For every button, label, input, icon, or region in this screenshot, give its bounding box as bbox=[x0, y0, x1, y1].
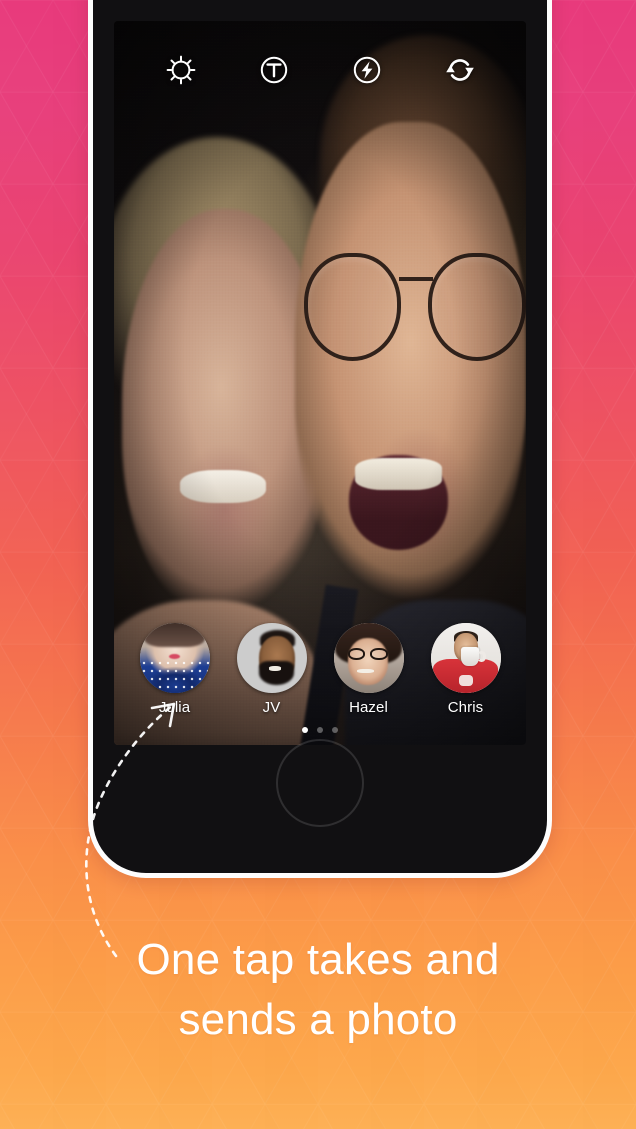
page-dot-3[interactable] bbox=[332, 727, 338, 733]
brightness-button[interactable] bbox=[158, 47, 204, 93]
avatar[interactable] bbox=[139, 623, 210, 693]
caption: One tap takes and sends a photo bbox=[0, 930, 636, 1050]
julia-avatar-image bbox=[139, 623, 210, 693]
contact-chris[interactable]: Chris bbox=[422, 623, 510, 716]
contact-name: JV bbox=[262, 699, 281, 716]
page-indicator[interactable] bbox=[122, 727, 518, 733]
contacts-list: Julia JV Hazel Chris bbox=[122, 623, 518, 716]
contact-julia[interactable]: Julia bbox=[131, 623, 219, 716]
contact-name: Hazel bbox=[349, 699, 388, 716]
phone-device: Julia JV Hazel Chris bbox=[88, 0, 552, 878]
avatar[interactable] bbox=[333, 623, 404, 693]
chris-avatar-image bbox=[430, 623, 501, 693]
page-dot-1[interactable] bbox=[302, 727, 308, 733]
page-dot-2[interactable] bbox=[317, 727, 323, 733]
text-t-icon bbox=[260, 56, 287, 84]
caption-line-1: One tap takes and bbox=[136, 935, 500, 984]
flip-camera-button[interactable] bbox=[437, 47, 483, 93]
camera-flip-icon bbox=[445, 59, 474, 81]
contact-name: Chris bbox=[447, 699, 484, 716]
text-button[interactable] bbox=[251, 47, 297, 93]
caption-line-2: sends a photo bbox=[178, 994, 458, 1044]
jv-avatar-image bbox=[237, 623, 307, 693]
hazel-avatar-image bbox=[333, 623, 404, 693]
avatar[interactable] bbox=[430, 623, 501, 693]
home-button[interactable] bbox=[276, 739, 364, 827]
contact-name: Julia bbox=[158, 699, 191, 716]
contacts-tray: Julia JV Hazel Chris bbox=[114, 623, 526, 745]
phone-screen: Julia JV Hazel Chris bbox=[114, 21, 526, 745]
flash-button[interactable] bbox=[344, 47, 390, 93]
sun-icon bbox=[166, 55, 195, 85]
screenshot-page: Julia JV Hazel Chris One tap takes and s… bbox=[0, 0, 636, 1129]
camera-toolbar bbox=[114, 47, 526, 93]
contact-jv[interactable]: JV bbox=[228, 623, 316, 716]
flash-icon bbox=[353, 56, 380, 84]
contact-hazel[interactable]: Hazel bbox=[325, 623, 413, 716]
avatar[interactable] bbox=[236, 623, 307, 693]
